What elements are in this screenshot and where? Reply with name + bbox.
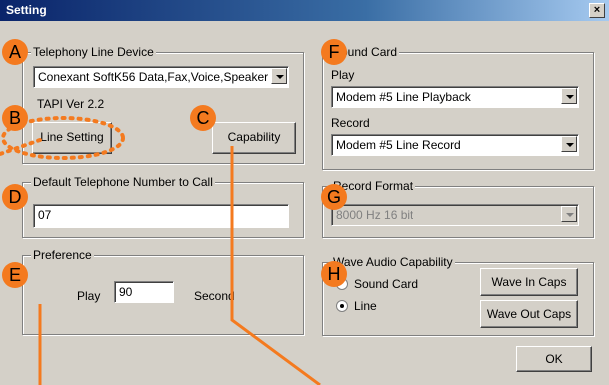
close-button[interactable]: × [589,3,605,18]
sound-card-option-label: Sound Card [354,277,419,291]
chevron-down-icon[interactable] [271,68,287,84]
marker-b: B [2,105,28,131]
marker-c: C [190,105,216,131]
sound-play-label: Play [331,68,355,82]
marker-d: D [2,184,28,210]
line-setting-label: Line Setting [40,130,104,144]
title-bar[interactable]: Setting × [0,0,609,21]
line-option-label: Line [354,299,377,313]
phone-number-value: 07 [38,208,52,222]
marker-a: A [2,39,28,65]
playback-select[interactable]: Modem #5 Line Playback [331,86,579,108]
default-number-legend: Default Telephone Number to Call [31,175,215,189]
record-format-value: 8000 Hz 16 bit [336,208,414,222]
wave-audio-legend: Wave Audio Capability [331,255,455,269]
wave-in-caps-label: Wave In Caps [491,275,567,289]
second-unit-label: Second [194,289,235,303]
play-duration-value: 90 [119,285,133,299]
wave-out-caps-label: Wave Out Caps [486,307,572,321]
line-setting-button[interactable]: Line Setting [32,122,112,154]
window-title: Setting [6,3,47,17]
record-select[interactable]: Modem #5 Line Record [331,134,579,156]
capability-label: Capability [227,130,281,144]
phone-number-field[interactable]: 07 [33,204,289,228]
line-device-select[interactable]: Conexant SoftK56 Data,Fax,Voice,Speaker [33,66,289,88]
sound-record-label: Record [331,116,370,130]
capability-button[interactable]: Capability [212,122,296,154]
setting-dialog: Setting × Telephony Line Device Conexant… [0,0,609,385]
marker-e: E [2,262,28,288]
preference-play-label: Play [77,289,101,303]
chevron-down-icon[interactable] [561,136,577,152]
chevron-down-icon[interactable] [561,88,577,104]
line-device-value: Conexant SoftK56 Data,Fax,Voice,Speaker [38,70,269,84]
play-duration-field[interactable]: 90 [114,281,174,303]
telephony-legend: Telephony Line Device [31,45,156,59]
chevron-down-icon[interactable] [561,206,577,222]
marker-h: H [321,261,347,287]
preference-legend: Preference [31,248,94,262]
marker-g: G [321,184,347,210]
wave-in-caps-button[interactable]: Wave In Caps [480,268,578,296]
marker-f: F [321,39,347,65]
playback-value: Modem #5 Line Playback [336,90,471,104]
tapi-version: TAPI Ver 2.2 [37,97,105,111]
ok-label: OK [545,352,563,366]
wave-out-caps-button[interactable]: Wave Out Caps [480,300,578,328]
record-format-select[interactable]: 8000 Hz 16 bit [331,204,579,226]
ok-button[interactable]: OK [516,346,592,372]
record-value: Modem #5 Line Record [336,138,461,152]
line-radio[interactable] [336,300,348,312]
